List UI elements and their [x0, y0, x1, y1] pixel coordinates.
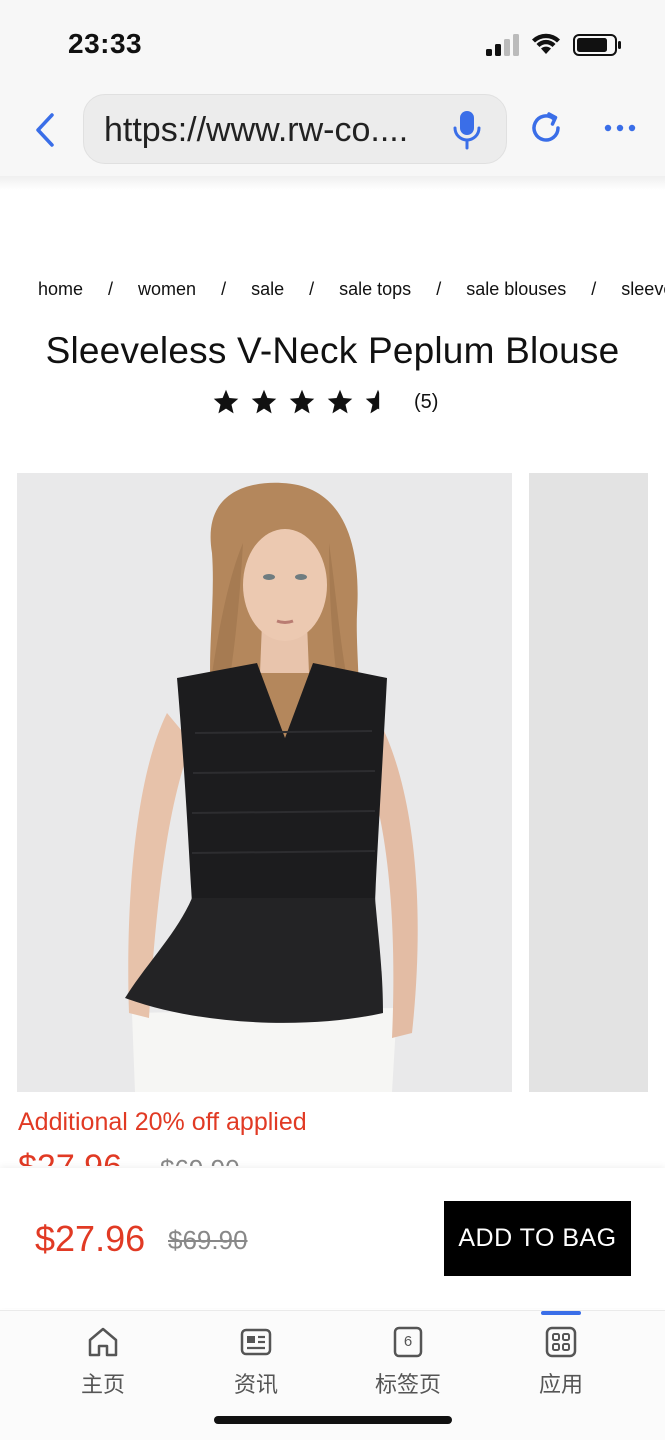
- tab-news[interactable]: 资讯: [211, 1325, 301, 1405]
- browser-toolbar: https://www.rw-co....: [0, 84, 665, 176]
- wifi-icon: [532, 33, 560, 54]
- tab-home-label: 主页: [80, 1373, 125, 1398]
- price-peek-sale: $27.96: [18, 1148, 122, 1166]
- review-count[interactable]: (5): [414, 391, 438, 414]
- toolbar-shadow: [0, 176, 665, 190]
- star-icon: [213, 389, 239, 414]
- breadcrumb-current: sleevel: [621, 278, 665, 299]
- address-bar[interactable]: https://www.rw-co....: [83, 94, 507, 164]
- back-chevron-icon: [36, 113, 54, 147]
- tab-tabs[interactable]: 6 标签页: [363, 1325, 453, 1405]
- breadcrumb-separator: /: [108, 278, 114, 299]
- reload-icon[interactable]: [528, 110, 564, 146]
- mic-icon[interactable]: [452, 109, 482, 151]
- signal-icon: [486, 34, 519, 56]
- url-text: https://www.rw-co....: [104, 111, 409, 149]
- breadcrumb-sale-tops[interactable]: sale tops: [339, 279, 411, 300]
- status-bar: 23:33: [0, 0, 665, 84]
- model-wearing-blouse-image: [17, 473, 512, 1092]
- tab-tabs-label: 标签页: [374, 1373, 441, 1398]
- star-icon: [251, 389, 277, 414]
- product-photo[interactable]: [17, 473, 512, 1092]
- original-price: $69.90: [168, 1225, 248, 1255]
- tab-news-label: 资讯: [233, 1373, 278, 1398]
- home-indicator[interactable]: [214, 1416, 452, 1424]
- breadcrumb-home[interactable]: home: [38, 279, 83, 300]
- more-icon[interactable]: [604, 122, 636, 134]
- sticky-purchase-bar: $27.96 $69.90 ADD TO BAG: [0, 1168, 665, 1308]
- home-icon: [88, 1327, 118, 1357]
- price-peek: $27.96 $69.90: [18, 1148, 318, 1166]
- tab-count-badge: 6: [403, 1333, 413, 1350]
- breadcrumb-separator: /: [221, 278, 227, 299]
- apps-icon: [545, 1326, 577, 1358]
- star-half-icon: [365, 389, 380, 414]
- breadcrumb-separator: /: [309, 278, 315, 299]
- star-rating: [212, 388, 402, 416]
- add-to-bag-button[interactable]: ADD TO BAG: [444, 1201, 631, 1276]
- breadcrumb-sale[interactable]: sale: [251, 279, 284, 300]
- star-icon: [327, 389, 353, 414]
- tab-apps[interactable]: 应用: [516, 1325, 606, 1405]
- star-icon: [289, 389, 315, 414]
- tab-home[interactable]: 主页: [58, 1325, 148, 1405]
- sale-price: $27.96: [35, 1218, 146, 1259]
- breadcrumb-women[interactable]: women: [138, 279, 196, 300]
- battery-icon: [573, 34, 621, 56]
- breadcrumb-separator: /: [591, 278, 597, 299]
- back-button[interactable]: [28, 110, 62, 150]
- breadcrumb: home / women / sale / sale tops / sale b…: [38, 276, 665, 302]
- breadcrumb-separator: /: [436, 278, 442, 299]
- price-peek-original: $69.90: [160, 1154, 240, 1166]
- product-rating[interactable]: (5): [212, 386, 438, 418]
- product-title: Sleeveless V-Neck Peplum Blouse: [45, 330, 620, 371]
- news-icon: [240, 1328, 272, 1356]
- active-tab-indicator: [541, 1311, 581, 1315]
- promo-text: Additional 20% off applied: [18, 1108, 307, 1136]
- breadcrumb-sale-blouses[interactable]: sale blouses: [466, 279, 566, 300]
- tab-apps-label: 应用: [538, 1373, 583, 1398]
- next-product-photo[interactable]: [529, 473, 648, 1092]
- status-time: 23:33: [68, 28, 143, 59]
